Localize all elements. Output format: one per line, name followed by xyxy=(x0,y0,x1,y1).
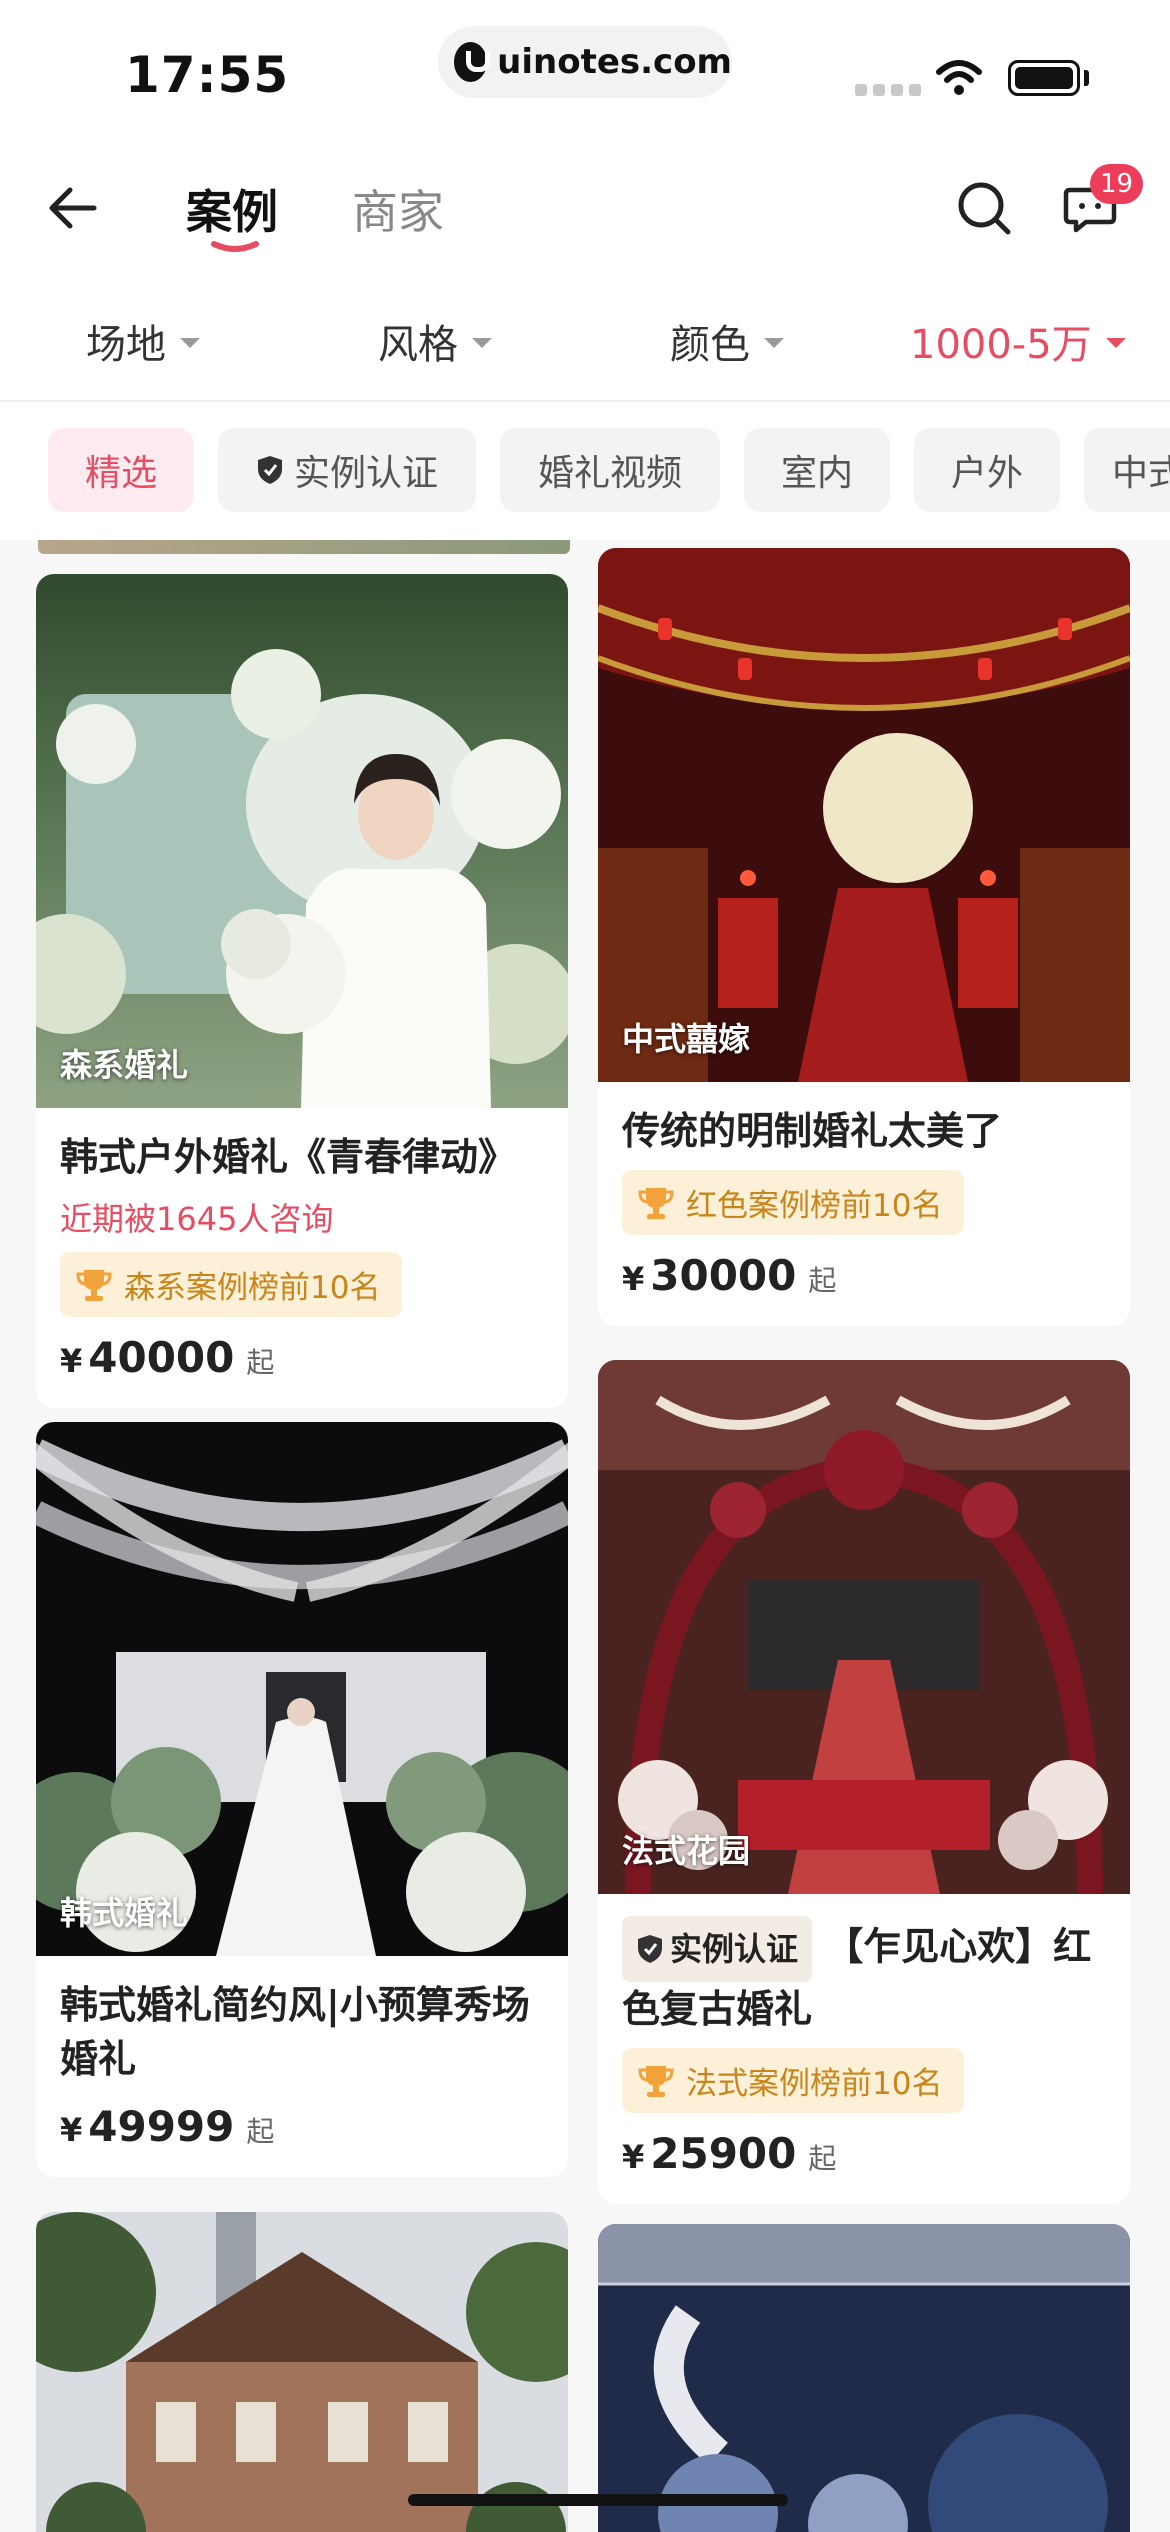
case-title: 韩式户外婚礼《青春律动》 xyxy=(60,1135,517,1179)
price-value: 25900 xyxy=(650,2129,797,2178)
price-suffix: 起 xyxy=(808,2142,837,2175)
chip-verified[interactable]: 实例认证 xyxy=(218,428,476,512)
filter-style[interactable]: 风格 xyxy=(378,312,492,370)
style-tag: 韩式婚礼 xyxy=(60,1894,189,1932)
search-icon[interactable] xyxy=(954,178,1014,238)
case-card[interactable]: 韩式婚礼 韩式婚礼简约风|小预算秀场婚礼 ¥ 49999 起 xyxy=(36,1422,568,2177)
case-card[interactable]: 森系婚礼 韩式户外婚礼《青春律动》 近期被1645人咨询 森系案例榜前10名 ¥… xyxy=(36,574,568,1408)
price-value: 30000 xyxy=(650,1251,797,1300)
filter-label: 风格 xyxy=(378,322,458,368)
chip-row: 精选 实例认证 婚礼视频 室内 户外 中式 xyxy=(0,400,1170,540)
price-suffix: 起 xyxy=(246,1346,275,1379)
filter-label: 1000-5万 xyxy=(910,322,1092,368)
case-image: 韩式婚礼 xyxy=(36,1422,568,1956)
status-time: 17:55 xyxy=(125,46,290,104)
status-bar: 17:55 uinotes.com xyxy=(0,0,1170,140)
style-tag: 森系婚礼 xyxy=(60,1046,189,1084)
consult-count: 近期被1645人咨询 xyxy=(60,1200,334,1238)
shield-icon xyxy=(257,456,282,484)
rank-badge: 森系案例榜前10名 xyxy=(60,1252,403,1317)
chip-label: 户外 xyxy=(950,453,1023,494)
wifi-icon xyxy=(936,60,982,95)
price-currency: ¥ xyxy=(60,1342,83,1380)
chip-chinese[interactable]: 中式 xyxy=(1084,428,1170,512)
filter-budget[interactable]: 1000-5万 xyxy=(910,312,1126,370)
forest-wedding-photo xyxy=(36,574,568,1108)
price: ¥ 25900 起 xyxy=(622,2129,1106,2178)
active-tab-indicator xyxy=(211,241,259,252)
trophy-icon xyxy=(638,2065,674,2097)
case-card[interactable] xyxy=(598,2224,1130,2532)
manor-venue-photo xyxy=(36,2212,568,2532)
top-nav: 案例 商家 19 xyxy=(0,140,1170,270)
case-feed: 森系婚礼 韩式户外婚礼《青春律动》 近期被1645人咨询 森系案例榜前10名 ¥… xyxy=(0,540,1170,2532)
chip-label: 实例认证 xyxy=(293,453,438,494)
style-tag: 法式花园 xyxy=(622,1832,751,1870)
chip-label: 室内 xyxy=(780,453,853,494)
filter-color[interactable]: 颜色 xyxy=(670,312,784,370)
price-value: 49999 xyxy=(88,2102,235,2151)
rank-badge: 红色案例榜前10名 xyxy=(622,1170,965,1235)
case-title: 传统的明制婚礼太美了 xyxy=(622,1109,1003,1153)
blue-stage-photo xyxy=(598,2224,1130,2532)
verified-text: 实例认证 xyxy=(670,1930,799,1968)
filter-bar: 场地 风格 颜色 1000-5万 xyxy=(0,270,1170,402)
rank-text: 法式案例榜前10名 xyxy=(686,2066,943,2102)
chip-video[interactable]: 婚礼视频 xyxy=(500,428,720,512)
style-tag: 中式囍嫁 xyxy=(622,1020,751,1058)
chip-label: 中式 xyxy=(1112,453,1170,494)
price-currency: ¥ xyxy=(622,1260,645,1298)
case-title: 韩式婚礼简约风|小预算秀场婚礼 xyxy=(60,1983,530,2081)
filter-label: 颜色 xyxy=(670,322,750,368)
case-card[interactable]: 中式囍嫁 传统的明制婚礼太美了 红色案例榜前10名 ¥ 30000 起 xyxy=(598,548,1130,1326)
chip-outdoor[interactable]: 户外 xyxy=(914,428,1060,512)
case-image: 中式囍嫁 xyxy=(598,548,1130,1082)
trophy-icon xyxy=(76,1269,112,1301)
verified-badge: 实例认证 xyxy=(622,1916,813,1982)
tab-merchants[interactable]: 商家 xyxy=(352,176,444,242)
caret-down-icon xyxy=(180,338,200,348)
tab-cases[interactable]: 案例 xyxy=(186,176,278,242)
filter-venue[interactable]: 场地 xyxy=(86,312,200,370)
message-count-badge: 19 xyxy=(1090,164,1144,204)
korean-wedding-photo xyxy=(36,1422,568,1956)
price-suffix: 起 xyxy=(808,1264,837,1297)
home-indicator xyxy=(408,2494,788,2506)
caret-down-icon xyxy=(1105,338,1126,348)
case-image: 法式花园 xyxy=(598,1360,1130,1894)
price: ¥ 30000 起 xyxy=(622,1251,1106,1300)
battery-cap xyxy=(1084,70,1089,86)
shield-icon xyxy=(638,1935,662,1963)
back-arrow-icon[interactable] xyxy=(44,180,100,236)
chinese-wedding-photo xyxy=(598,548,1130,1082)
url-pill[interactable]: uinotes.com xyxy=(438,26,732,98)
url-text: uinotes.com xyxy=(497,42,732,82)
trophy-icon xyxy=(638,1187,674,1219)
battery-icon xyxy=(1008,60,1080,96)
price-currency: ¥ xyxy=(60,2111,83,2149)
price-suffix: 起 xyxy=(246,2115,275,2148)
price: ¥ 49999 起 xyxy=(60,2102,544,2151)
case-image: 森系婚礼 xyxy=(36,574,568,1108)
price-value: 40000 xyxy=(88,1333,235,1382)
site-logo-icon xyxy=(454,42,491,82)
caret-down-icon xyxy=(764,338,784,348)
case-title-block: 实例认证 【乍见心欢】红色复古婚礼 xyxy=(622,1916,1106,2036)
rank-badge: 法式案例榜前10名 xyxy=(622,2048,965,2113)
chip-featured[interactable]: 精选 xyxy=(48,428,194,512)
filter-label: 场地 xyxy=(86,322,166,368)
price: ¥ 40000 起 xyxy=(60,1333,544,1382)
caret-down-icon xyxy=(472,338,492,348)
signal-icon xyxy=(855,84,921,96)
rank-text: 森系案例榜前10名 xyxy=(124,1270,381,1306)
case-card[interactable]: 法式花园 实例认证 【乍见心欢】红色复古婚礼 法式案例榜前10名 ¥ 25900… xyxy=(598,1360,1130,2204)
chip-indoor[interactable]: 室内 xyxy=(744,428,890,512)
chip-label: 精选 xyxy=(84,453,157,494)
previous-card-edge xyxy=(38,540,570,554)
price-currency: ¥ xyxy=(622,2138,645,2176)
case-card[interactable] xyxy=(36,2212,568,2532)
chip-label: 婚礼视频 xyxy=(537,453,682,494)
french-garden-wedding-photo xyxy=(598,1360,1130,1894)
rank-text: 红色案例榜前10名 xyxy=(686,1188,943,1224)
